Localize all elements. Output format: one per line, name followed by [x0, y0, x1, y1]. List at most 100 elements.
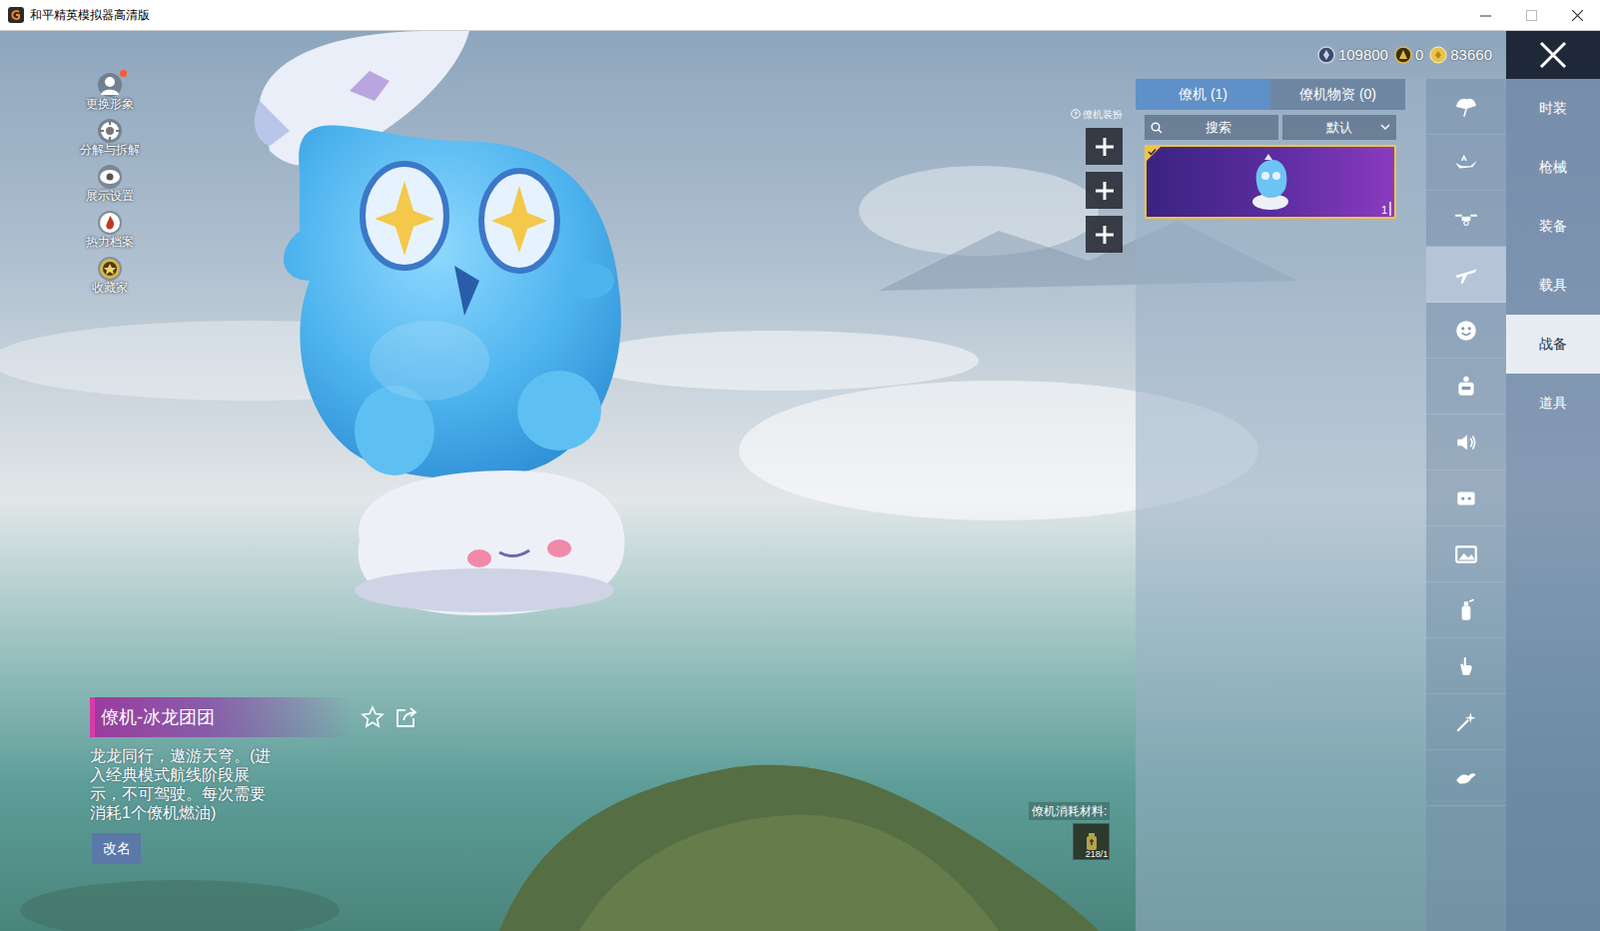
minimize-button[interactable]: [1462, 0, 1509, 30]
icon-tab-7-icon: [1453, 485, 1480, 512]
sort-value: 默认: [1326, 117, 1353, 138]
category-column: 时装枪械装备载具战备道具: [1506, 78, 1600, 931]
category-tab[interactable]: 道具: [1506, 373, 1600, 433]
close-x-icon: [1539, 40, 1568, 69]
side-menu-item[interactable]: 分解与拆解: [77, 118, 142, 160]
detail-header: 僚机-冰龙团团: [89, 697, 421, 738]
item-list: 1: [1144, 144, 1397, 219]
category-label: 装备: [1539, 215, 1568, 237]
side-menu-0-icon: [98, 73, 121, 96]
item-card[interactable]: 1: [1144, 144, 1397, 219]
share-button[interactable]: [392, 703, 421, 732]
notification-dot: [119, 69, 127, 77]
currency-2-icon: [1429, 45, 1448, 64]
icon-tab-11-icon: [1453, 709, 1480, 736]
chevron-down-icon: [1380, 122, 1391, 131]
category-tab[interactable]: 枪械: [1506, 137, 1600, 197]
material-count: 218/1: [1085, 848, 1109, 859]
material-label: 僚机消耗材料:: [1028, 801, 1110, 820]
sort-dropdown[interactable]: 默认: [1282, 114, 1397, 140]
icon-tab-4-icon: [1453, 317, 1480, 344]
category-tab[interactable]: 时装: [1506, 78, 1600, 138]
currency-amount: 83660: [1450, 43, 1493, 67]
outfit-label-text: 僚机装扮: [1082, 106, 1123, 122]
currency-1-icon: [1394, 45, 1413, 64]
icon-tab[interactable]: [1426, 358, 1507, 415]
outfit-slot-button[interactable]: [1085, 127, 1123, 165]
icon-tab[interactable]: [1426, 582, 1507, 639]
icon-tab[interactable]: [1426, 638, 1507, 695]
side-menu-label: 分解与拆解: [79, 142, 140, 157]
consume-material: 僚机消耗材料: 218/1: [1028, 801, 1110, 860]
count-bar: [1389, 201, 1392, 216]
icon-tab-0-icon: [1453, 93, 1480, 120]
category-tab[interactable]: 战备: [1506, 314, 1600, 374]
icon-tab[interactable]: [1426, 470, 1507, 527]
search-box: [1144, 114, 1279, 140]
icon-tab[interactable]: [1426, 302, 1507, 359]
title-area: 和平精英模拟器高清版: [0, 5, 1463, 24]
maximize-icon: [1526, 9, 1538, 21]
category-tab[interactable]: 载具: [1506, 255, 1600, 315]
panel-tab-label: 僚机物资 (0): [1299, 83, 1377, 105]
icon-tab[interactable]: [1426, 694, 1507, 751]
currency-bar: 109800 0 83660: [1317, 43, 1507, 67]
currency: 0: [1394, 43, 1424, 67]
icon-tab-6-icon: [1453, 429, 1480, 456]
material-item[interactable]: 218/1: [1072, 822, 1110, 860]
icon-tab[interactable]: [1426, 78, 1507, 135]
side-menu-item[interactable]: 展示设置: [77, 164, 142, 206]
check-icon: [1146, 146, 1161, 161]
rename-button[interactable]: 改名: [91, 832, 141, 864]
detail-title-box: 僚机-冰龙团团: [89, 697, 353, 738]
maximize-button[interactable]: [1508, 0, 1555, 30]
top-row: 109800 0 83660: [1135, 30, 1600, 79]
search-row: 默认: [1144, 114, 1397, 140]
category-label: 载具: [1539, 274, 1568, 296]
icon-tab[interactable]: [1426, 750, 1507, 806]
side-menu-1-icon: [98, 119, 121, 142]
window-controls: [1462, 0, 1600, 30]
detail-title: 僚机-冰龙团团: [100, 704, 215, 732]
icon-tab[interactable]: [1426, 414, 1507, 471]
detail-description: 龙龙同行，遨游天穹。(进入经典模式航线阶段展示，不可驾驶。每次需要消耗1个僚机燃…: [89, 746, 274, 822]
game-scene: 更换形象分解与拆解展示设置热力档案收藏家 僚机装扮 109800 0 83660 僚机 (…: [0, 30, 1600, 931]
icon-tab[interactable]: [1426, 526, 1507, 583]
item-count-text: 1: [1381, 203, 1388, 216]
inventory-panel: 僚机 (1) 僚机物资 (0) 默认 1: [1135, 78, 1427, 931]
outfit-slot-button[interactable]: [1085, 171, 1123, 209]
side-menu-item[interactable]: 热力档案: [77, 210, 142, 252]
side-menu-label: 更换形象: [85, 96, 134, 111]
plus-icon: [1094, 180, 1115, 201]
side-menu-icon-wrap: [97, 164, 122, 189]
pet-thumbnail-icon: [1248, 151, 1293, 212]
pet-dragon-icon: [229, 30, 690, 631]
search-icon: [1150, 121, 1163, 134]
currency: 83660: [1429, 43, 1493, 67]
side-menu-4-icon: [98, 257, 121, 280]
side-menu-label: 热力档案: [85, 234, 134, 249]
category-label: 枪械: [1539, 156, 1568, 178]
favorite-button[interactable]: [358, 703, 387, 732]
icon-tab[interactable]: [1426, 246, 1507, 303]
close-window-button[interactable]: [1554, 0, 1600, 30]
panel-tab[interactable]: 僚机物资 (0): [1270, 78, 1406, 110]
window-title: 和平精英模拟器高清版: [29, 5, 150, 24]
outfit-label: 僚机装扮: [1070, 106, 1123, 121]
side-menu-item[interactable]: 收藏家: [77, 256, 142, 298]
category-label: 战备: [1539, 333, 1568, 355]
side-menu-icon-wrap: [97, 256, 122, 281]
search-input[interactable]: [1164, 117, 1273, 138]
currency-amount: 109800: [1338, 43, 1389, 67]
icon-tab[interactable]: [1426, 134, 1507, 191]
icon-tab[interactable]: [1426, 190, 1507, 247]
panel-tab[interactable]: 僚机 (1): [1135, 78, 1271, 110]
outfit-slot-button[interactable]: [1085, 215, 1123, 253]
side-menu-item[interactable]: 更换形象: [77, 72, 142, 114]
right-columns: 僚机 (1) 僚机物资 (0) 默认 1 时装枪械装备载具战备道具: [1135, 78, 1600, 931]
category-tab[interactable]: 装备: [1506, 196, 1600, 256]
minimize-icon: [1480, 9, 1492, 21]
currency-amount: 0: [1415, 43, 1424, 67]
panel-tabs: 僚机 (1) 僚机物资 (0): [1135, 78, 1406, 110]
close-button[interactable]: [1506, 30, 1600, 79]
